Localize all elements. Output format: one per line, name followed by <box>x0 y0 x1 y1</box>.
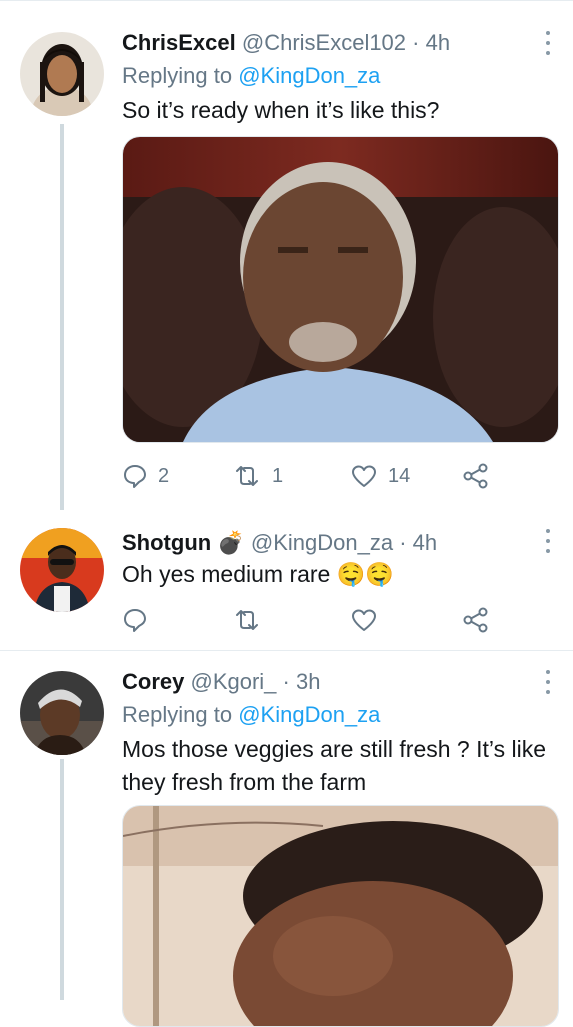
user-handle[interactable]: @KingDon_za <box>251 530 393 555</box>
tweet-header: ChrisExcel @ChrisExcel102 · 4h <box>122 30 450 56</box>
share-icon <box>463 607 488 633</box>
display-name[interactable]: Shotgun <box>122 530 211 555</box>
share-button[interactable] <box>462 602 490 638</box>
reply-icon <box>124 609 146 632</box>
heart-icon <box>352 465 376 487</box>
tweet-text-line: Mos those veggies are still fresh ? It’s… <box>122 736 546 762</box>
avatar[interactable] <box>20 671 104 755</box>
replying-to: Replying to @KingDon_za <box>122 63 380 89</box>
more-vertical-icon[interactable] <box>545 31 551 55</box>
reply-count: 2 <box>158 464 170 487</box>
tweet-corey[interactable]: Corey @Kgori_ · 3h Replying to @KingDon_… <box>0 651 573 1027</box>
tweet-actions: 2 1 14 <box>122 458 552 494</box>
mention-link[interactable]: @KingDon_za <box>238 63 380 88</box>
tweet-text: Mos those veggies are still fresh ? It’s… <box>122 733 546 799</box>
replying-to: Replying to @KingDon_za <box>122 702 380 728</box>
retweet-button[interactable]: 1 <box>232 458 283 494</box>
timestamp[interactable]: · 4h <box>399 530 437 555</box>
tweet-shotgun[interactable]: Shotgun 💣 @KingDon_za · 4h Oh yes medium… <box>0 510 573 650</box>
tweet-image[interactable] <box>122 136 559 443</box>
replying-prefix: Replying to <box>122 63 233 88</box>
more-vertical-icon[interactable] <box>545 670 551 694</box>
timestamp[interactable]: · 3h <box>283 669 321 694</box>
like-count: 14 <box>388 464 411 487</box>
heart-icon <box>352 609 376 631</box>
tweet-actions <box>122 602 552 638</box>
like-button[interactable] <box>350 602 388 638</box>
thread-line <box>60 124 64 510</box>
retweet-icon <box>236 610 258 630</box>
tweet-header: Corey @Kgori_ · 3h <box>122 669 320 695</box>
display-name[interactable]: ChrisExcel <box>122 30 236 55</box>
share-icon <box>463 463 488 489</box>
retweet-button[interactable] <box>232 602 272 638</box>
retweet-count: 1 <box>272 464 284 487</box>
reply-button[interactable]: 2 <box>122 458 169 494</box>
user-handle[interactable]: @Kgori_ <box>190 669 276 694</box>
avatar[interactable] <box>20 528 104 612</box>
timestamp[interactable]: · 4h <box>412 30 450 55</box>
bomb-icon: 💣 <box>217 530 245 555</box>
tweet-text: Oh yes medium rare 🤤🤤 <box>122 561 395 587</box>
avatar[interactable] <box>20 32 104 116</box>
more-vertical-icon[interactable] <box>545 529 551 553</box>
tweet-chrisexcel[interactable]: ChrisExcel @ChrisExcel102 · 4h Replying … <box>0 0 573 510</box>
share-button[interactable] <box>462 458 490 494</box>
reply-icon <box>124 465 146 488</box>
user-handle[interactable]: @ChrisExcel102 <box>242 30 406 55</box>
tweet-image[interactable] <box>122 805 559 1027</box>
reply-button[interactable] <box>122 602 158 638</box>
tweet-text-line: they fresh from the farm <box>122 769 367 795</box>
replying-prefix: Replying to <box>122 702 233 727</box>
tweet-text: So it’s ready when it’s like this? <box>122 97 440 123</box>
mention-link[interactable]: @KingDon_za <box>238 702 380 727</box>
thread-line <box>60 759 64 1000</box>
retweet-icon <box>236 466 258 486</box>
tweet-header: Shotgun 💣 @KingDon_za · 4h <box>122 530 437 556</box>
like-button[interactable]: 14 <box>350 458 410 494</box>
display-name[interactable]: Corey <box>122 669 184 694</box>
